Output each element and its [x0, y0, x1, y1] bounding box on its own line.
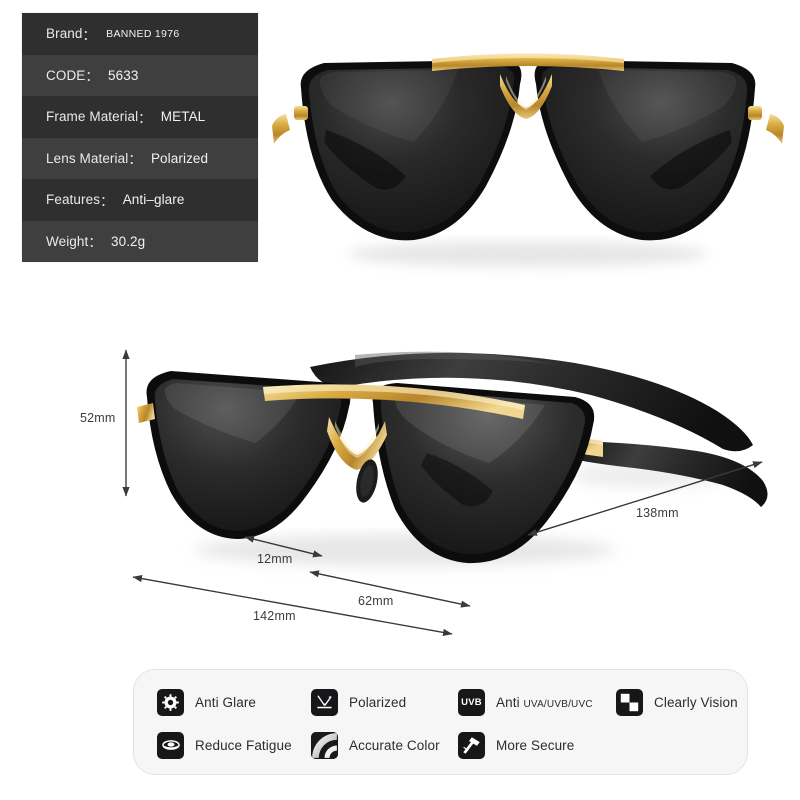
- color-gradient-arc-icon: [311, 731, 338, 759]
- spec-value: Anti–glare: [122, 192, 185, 208]
- feature-item-polarized: Polarized: [311, 687, 406, 717]
- spec-label: Brand: [46, 26, 83, 42]
- uvb-badge-icon: UVB: [458, 688, 485, 716]
- uvb-badge-text: UVB: [461, 696, 482, 708]
- hammer-icon: [458, 731, 485, 759]
- table-row: CODE ： 5633: [22, 54, 258, 96]
- feature-item-more-secure: More Secure: [458, 730, 574, 760]
- angled-view-sunglasses: [105, 325, 785, 590]
- feature-label-sub: UVA/UVB/UVC: [523, 698, 593, 710]
- eye-icon: [157, 731, 184, 759]
- feature-item-clearly-vision: Clearly Vision: [616, 687, 738, 717]
- table-row: Lens Material ： Polarized: [22, 137, 258, 179]
- dimension-label-frame-width: 142mm: [253, 609, 296, 623]
- dimension-label-lens-height: 52mm: [80, 411, 116, 425]
- feature-label: Reduce Fatigue: [195, 737, 292, 753]
- light-ray-reflection-icon: [311, 688, 338, 716]
- spec-value: METAL: [160, 109, 206, 125]
- feature-label: Anti Glare: [195, 694, 257, 710]
- table-row: Frame Material ： METAL: [22, 96, 258, 138]
- feature-item-anti-glare: Anti Glare: [157, 687, 256, 717]
- spec-separator: ：: [82, 27, 97, 43]
- spec-separator: ：: [100, 193, 114, 209]
- feature-label: Accurate Color: [349, 737, 440, 753]
- feature-label-main: Anti: [496, 694, 524, 710]
- table-row: Brand ： BANNED 1976: [22, 13, 258, 55]
- spec-label: CODE: [46, 67, 86, 83]
- spec-label: Features: [46, 192, 101, 208]
- feature-label: More Secure: [496, 737, 575, 753]
- spec-label: Lens Material: [46, 150, 129, 166]
- sun-glare-icon: [157, 688, 184, 716]
- spec-label: Frame Material: [46, 109, 139, 125]
- dimension-label-lens-width: 62mm: [358, 594, 394, 608]
- spec-value: 5633: [108, 67, 139, 83]
- dimension-label-bridge-width: 12mm: [257, 552, 293, 566]
- checkerboard-icon: [616, 688, 643, 716]
- front-view-sunglasses: [268, 18, 788, 280]
- feature-item-accurate-color: Accurate Color: [311, 730, 440, 760]
- feature-panel: Anti Glare Polarized UVB Anti UVA/UVB/UV…: [133, 669, 748, 775]
- feature-label: Polarized: [349, 694, 407, 710]
- spec-value: 30.2g: [110, 233, 146, 249]
- spec-value: BANNED 1976: [106, 28, 180, 41]
- table-row: Features ： Anti–glare: [22, 179, 258, 221]
- spec-label: Weight: [46, 233, 89, 249]
- feature-item-reduce-fatigue: Reduce Fatigue: [157, 730, 292, 760]
- feature-label: Clearly Vision: [654, 694, 738, 710]
- table-row: Weight ： 30.2g: [22, 220, 258, 262]
- feature-label: Anti UVA/UVB/UVC: [496, 695, 593, 710]
- dimension-label-temple-length: 138mm: [636, 506, 679, 520]
- spec-separator: ：: [85, 69, 100, 85]
- feature-item-anti-uv: UVB Anti UVA/UVB/UVC: [458, 687, 593, 717]
- spec-table: Brand ： BANNED 1976 CODE ： 5633 Frame Ma…: [22, 13, 258, 262]
- spec-separator: ：: [88, 235, 102, 251]
- spec-separator: ：: [128, 152, 142, 168]
- spec-value: Polarized: [150, 150, 209, 166]
- spec-separator: ：: [138, 110, 152, 126]
